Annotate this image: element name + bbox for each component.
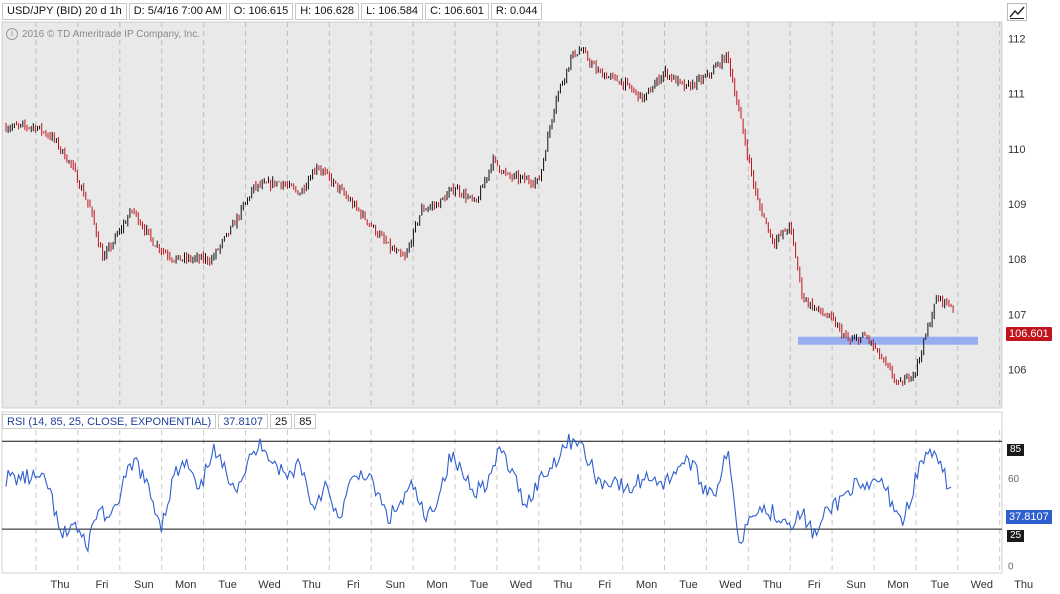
x-tick-label: Thu — [553, 579, 572, 591]
x-tick-label: Sun — [134, 579, 154, 591]
last-price-tag: 106.601 — [1006, 327, 1052, 341]
x-tick-label: Tue — [218, 579, 237, 591]
rsi-study-label[interactable]: RSI (14, 85, 25, CLOSE, EXPONENTIAL) — [2, 414, 217, 429]
price-tick-label: 111 — [1008, 89, 1025, 101]
low-label: L: 106.584 — [361, 3, 424, 20]
rsi-lower-level: 25 — [269, 414, 293, 429]
x-tick-label: Wed — [719, 579, 741, 591]
rsi-tick-label: 60 — [1008, 474, 1020, 485]
open-label: O: 106.615 — [228, 3, 294, 20]
x-tick-label: Mon — [426, 579, 447, 591]
price-tick-label: 109 — [1008, 199, 1026, 211]
x-tick-label: Mon — [175, 579, 196, 591]
x-tick-label: Thu — [1014, 579, 1033, 591]
chart-canvas: Thu Fri Sun Mon Tue Wed Thu Fri Sun Mon Tue Wed Thu F… — [1, 21, 1033, 591]
x-tick-label: Fri — [95, 579, 108, 591]
price-tick-label: 107 — [1008, 309, 1026, 321]
rsi-tick-label: 0 — [1008, 562, 1014, 573]
rsi-header: RSI (14, 85, 25, CLOSE, EXPONENTIAL) 37.… — [2, 414, 318, 429]
close-label: C: 106.601 — [425, 3, 489, 20]
drawing-tool-icon[interactable] — [1007, 3, 1027, 21]
x-tick-label: Fri — [347, 579, 360, 591]
copyright-notice: i 2016 © TD Ameritrade IP Company, Inc. — [6, 28, 200, 40]
date-label: D: 5/4/16 7:00 AM — [128, 3, 227, 20]
x-tick-label: Sun — [846, 579, 866, 591]
rsi-upper-tag: 85 — [1007, 444, 1025, 456]
x-tick-label: Tue — [679, 579, 698, 591]
range-label: R: 0.044 — [490, 3, 543, 20]
price-tick-label: 106 — [1008, 364, 1026, 376]
x-tick-label: Thu — [763, 579, 782, 591]
price-tick-label: 110 — [1008, 144, 1026, 156]
rsi-current-tag: 37.8107 — [1006, 510, 1052, 524]
symbol-label[interactable]: USD/JPY (BID) 20 d 1h — [2, 3, 127, 20]
x-tick-label: Thu — [51, 579, 70, 591]
price-panel — [1, 21, 1003, 409]
x-tick-label: Thu — [302, 579, 321, 591]
x-tick-label: Fri — [808, 579, 821, 591]
rsi-upper-level: 85 — [294, 414, 317, 429]
info-icon[interactable]: i — [6, 28, 18, 40]
x-tick-label: Tue — [931, 579, 950, 591]
x-tick-label: Tue — [470, 579, 489, 591]
copyright-text: 2016 © TD Ameritrade IP Company, Inc. — [22, 28, 201, 40]
x-tick-label: Wed — [510, 579, 532, 591]
x-tick-label: Mon — [887, 579, 908, 591]
rsi-value: 37.8107 — [218, 414, 268, 429]
x-tick-label: Wed — [258, 579, 280, 591]
rsi-lower-tag: 25 — [1007, 530, 1025, 542]
price-tick-label: 112 — [1008, 34, 1026, 46]
support-band-layer — [798, 336, 978, 345]
x-tick-label: Sun — [385, 579, 405, 591]
price-tick-label: 108 — [1008, 254, 1026, 266]
high-label: H: 106.628 — [295, 3, 360, 20]
x-tick-label: Wed — [971, 579, 993, 591]
x-tick-label: Fri — [598, 579, 611, 591]
x-tick-label: Mon — [636, 579, 657, 591]
ohlc-header: USD/JPY (BID) 20 d 1h D: 5/4/16 7:00 AM … — [2, 3, 544, 20]
support-band — [798, 336, 978, 345]
